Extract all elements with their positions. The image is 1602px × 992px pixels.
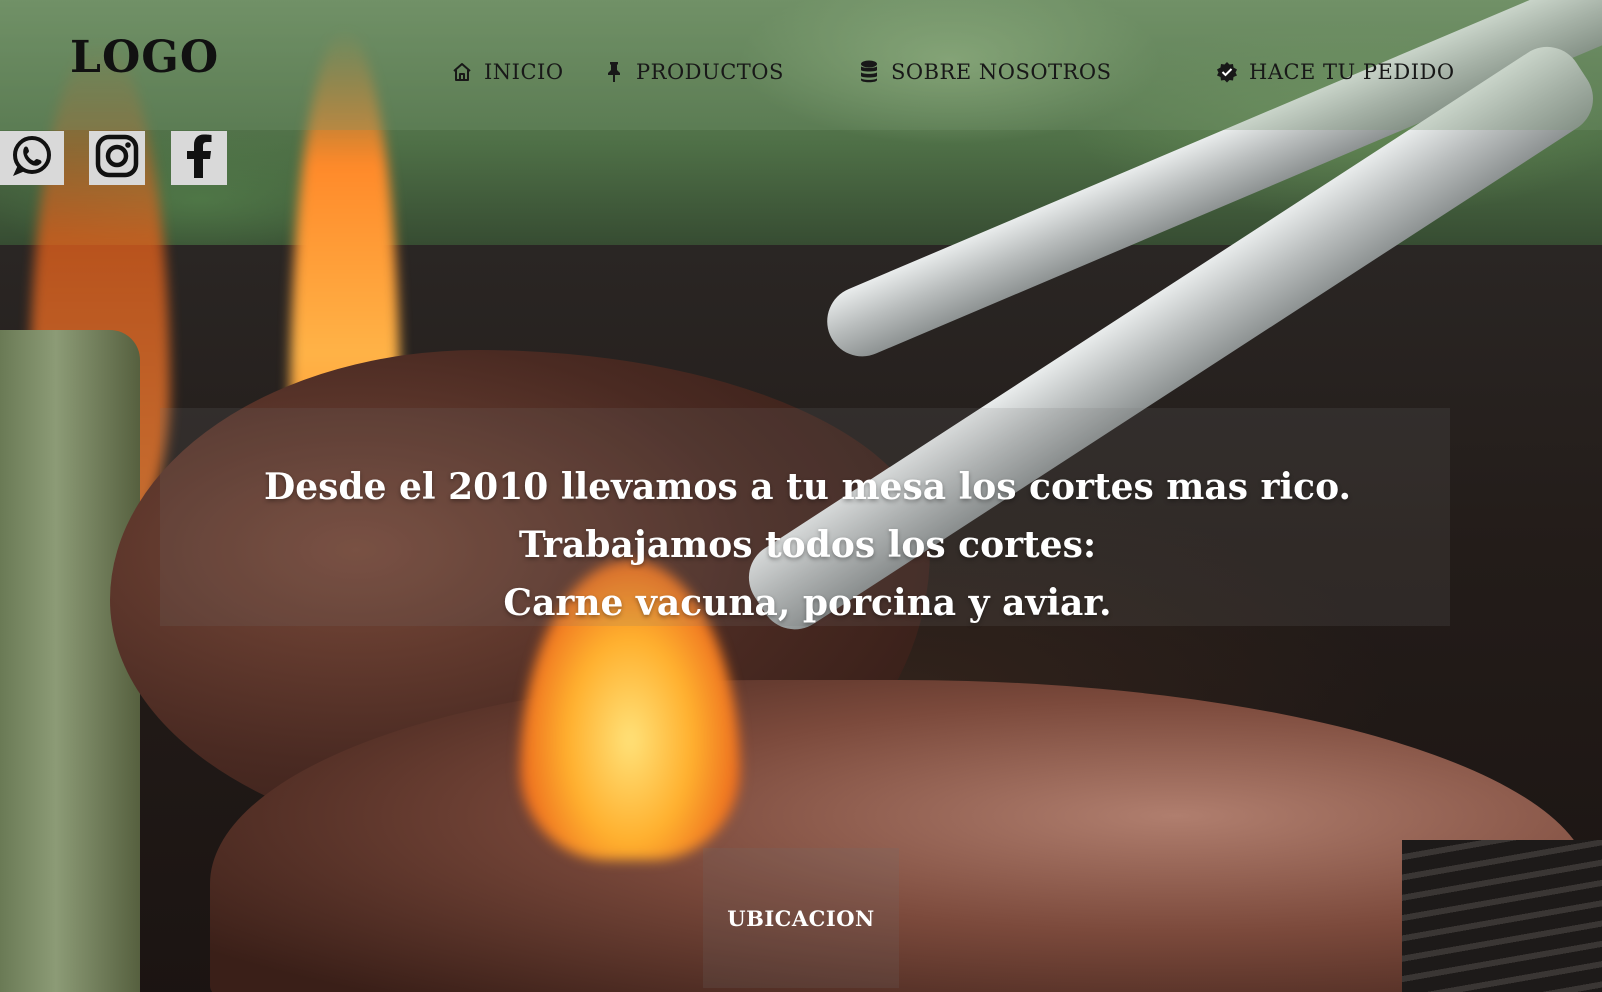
facebook-button[interactable] <box>171 131 227 185</box>
badge-check-icon <box>1215 60 1239 84</box>
pin-icon <box>602 60 626 84</box>
instagram-icon <box>95 134 139 182</box>
hero-line-2: Trabajamos todos los cortes: <box>518 524 1097 566</box>
nav-label-inicio: INICIO <box>484 60 564 84</box>
hero-line-1: Desde el 2010 llevamos a tu mesa los cor… <box>264 466 1351 508</box>
nav-label-productos: PRODUCTOS <box>636 60 784 84</box>
home-icon <box>450 60 474 84</box>
nav-item-inicio[interactable]: INICIO <box>450 60 564 84</box>
instagram-button[interactable] <box>89 131 145 185</box>
logo[interactable]: LOGO <box>70 32 219 83</box>
ubicacion-button[interactable]: UBICACION <box>703 848 899 988</box>
hero-text: Desde el 2010 llevamos a tu mesa los cor… <box>160 458 1455 632</box>
nav-label-sobre-nosotros: SOBRE NOSOTROS <box>891 60 1112 84</box>
whatsapp-button[interactable] <box>0 131 64 185</box>
database-icon <box>857 60 881 84</box>
nav-item-hace-tu-pedido[interactable]: HACE TU PEDIDO <box>1215 60 1455 84</box>
hero-line-3: Carne vacuna, porcina y aviar. <box>503 582 1112 624</box>
whatsapp-icon <box>6 134 58 182</box>
grill-grate <box>1402 840 1602 992</box>
nav-item-productos[interactable]: PRODUCTOS <box>602 60 784 84</box>
ubicacion-label: UBICACION <box>727 905 875 931</box>
facebook-icon <box>184 134 214 182</box>
wood-board <box>0 330 140 992</box>
nav-item-sobre-nosotros[interactable]: SOBRE NOSOTROS <box>857 60 1111 84</box>
header-bar: LOGO INICIO PRODUCTOS SOBRE NOSOTROS HAC… <box>0 0 1602 130</box>
nav-label-hace-tu-pedido: HACE TU PEDIDO <box>1249 60 1455 84</box>
